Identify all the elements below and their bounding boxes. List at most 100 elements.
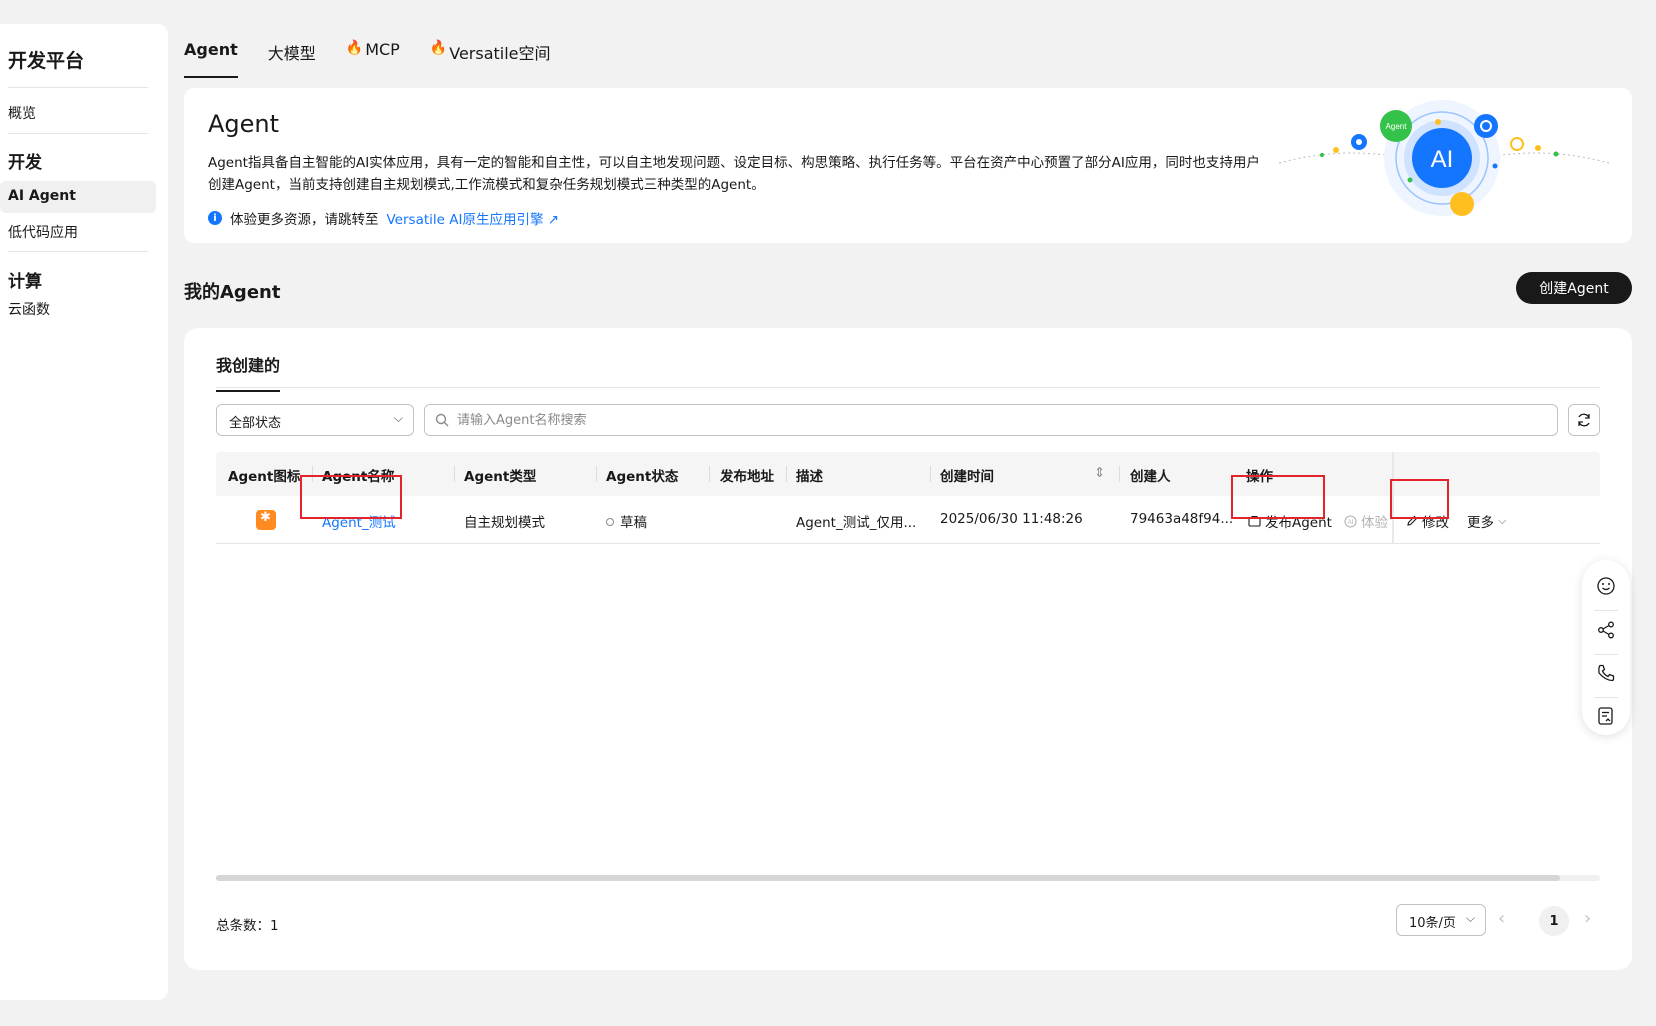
search-input[interactable] bbox=[457, 412, 1457, 428]
chevron-down-icon: ⌵ bbox=[393, 411, 403, 425]
sidebar-section-compute: 计算 bbox=[8, 272, 42, 292]
col-description: 描述 bbox=[796, 469, 823, 485]
phone-icon bbox=[1598, 664, 1615, 682]
sort-icon[interactable]: ⇕ bbox=[1094, 465, 1105, 481]
column-separator bbox=[786, 466, 787, 482]
chevron-down-icon: ⌵ bbox=[1498, 514, 1507, 527]
sidebar-title: 开发平台 bbox=[8, 50, 85, 72]
scrollbar-thumb[interactable] bbox=[216, 875, 1560, 881]
contact-phone-button[interactable] bbox=[1594, 661, 1618, 685]
column-separator bbox=[454, 466, 455, 482]
refresh-button[interactable] bbox=[1568, 404, 1600, 436]
column-separator bbox=[596, 466, 597, 482]
info-text: 体验更多资源，请跳转至 bbox=[230, 212, 379, 228]
divider bbox=[8, 133, 148, 134]
link-label: Versatile AI原生应用引擎 bbox=[386, 212, 544, 228]
col-creator: 创建人 bbox=[1130, 469, 1171, 485]
agent-type: 自主规划模式 bbox=[464, 515, 545, 531]
page-size-value: 10条/页 bbox=[1409, 916, 1456, 931]
tab-agent[interactable]: Agent bbox=[184, 40, 238, 78]
status-select-value: 全部状态 bbox=[229, 416, 282, 431]
top-tabs: Agent 大模型 🔥 MCP 🔥 Versatile空间 bbox=[184, 40, 551, 78]
sidebar-item-functions[interactable]: 云函数 bbox=[8, 299, 50, 319]
chevron-down-icon: ⌵ bbox=[1465, 911, 1475, 925]
agent-description: Agent_测试_仅用... bbox=[796, 515, 917, 531]
tab-label: MCP bbox=[365, 40, 400, 59]
divider bbox=[1594, 654, 1618, 655]
try-label: 体验 bbox=[1361, 515, 1388, 531]
sidebar-item-label: AI Agent bbox=[8, 188, 76, 204]
col-agent-type: Agent类型 bbox=[464, 469, 537, 485]
notes-icon bbox=[1598, 707, 1613, 725]
divider bbox=[8, 87, 148, 88]
tab-label: Versatile空间 bbox=[449, 44, 551, 63]
status-label: 草稿 bbox=[620, 515, 647, 531]
external-link-icon: ↗ bbox=[547, 212, 560, 228]
floating-toolbar bbox=[1582, 560, 1630, 735]
status-dot-icon bbox=[606, 518, 614, 526]
status-select[interactable]: 全部状态 ⌵ bbox=[216, 404, 414, 436]
tab-label: Agent bbox=[184, 40, 238, 59]
refresh-icon bbox=[1578, 413, 1590, 427]
sidebar-item-overview[interactable]: 概览 bbox=[8, 103, 36, 123]
more-label: 更多 bbox=[1467, 515, 1494, 531]
total-count: 总条数：1 bbox=[216, 918, 279, 934]
tab-my-created[interactable]: 我创建的 bbox=[216, 352, 281, 392]
col-created-time: 创建时间 bbox=[940, 469, 994, 485]
col-agent-icon: Agent图标 bbox=[228, 469, 301, 485]
next-page-icon[interactable]: › bbox=[1584, 908, 1591, 929]
sidebar-item-lowcode[interactable]: 低代码应用 bbox=[8, 222, 78, 242]
tab-mcp[interactable]: 🔥 MCP bbox=[346, 40, 400, 78]
feedback-smile-button[interactable] bbox=[1594, 574, 1618, 598]
divider bbox=[1594, 697, 1618, 698]
highlight-box-name bbox=[300, 475, 402, 519]
share-icon bbox=[1598, 621, 1614, 639]
try-agent-button[interactable]: AI 体验 bbox=[1344, 511, 1388, 531]
page-size-select[interactable]: 10条/页 ⌵ bbox=[1396, 904, 1486, 936]
create-agent-button[interactable]: 创建Agent bbox=[1516, 272, 1632, 304]
agent-status: 草稿 bbox=[606, 511, 647, 531]
tab-llm[interactable]: 大模型 bbox=[268, 40, 316, 78]
ai-try-icon: AI bbox=[1344, 514, 1357, 528]
illu-ai-text: AI bbox=[1431, 146, 1454, 173]
search-box[interactable] bbox=[424, 404, 1558, 436]
column-separator bbox=[930, 466, 931, 482]
versatile-link[interactable]: Versatile AI原生应用引擎 ↗ bbox=[387, 208, 560, 228]
sidebar: 开发平台 概览 开发 AI Agent 低代码应用 计算 云函数 bbox=[0, 24, 168, 1000]
col-agent-status: Agent状态 bbox=[606, 469, 679, 485]
sidebar-item-ai-agent[interactable]: AI Agent bbox=[0, 181, 156, 213]
creator: 79463a48f94... bbox=[1130, 511, 1234, 527]
divider bbox=[8, 251, 148, 252]
intro-banner: Agent Agent指具备自主智能的AI实体应用，具有一定的智能和自主性，可以… bbox=[184, 88, 1632, 243]
agent-avatar-icon bbox=[256, 510, 276, 530]
sidebar-section-dev: 开发 bbox=[8, 153, 42, 173]
ai-illustration: AI Agent bbox=[1278, 100, 1610, 216]
svg-text:AI: AI bbox=[1348, 520, 1354, 526]
fire-icon: 🔥 bbox=[345, 40, 364, 56]
banner-description: Agent指具备自主智能的AI实体应用，具有一定的智能和自主性，可以自主地发现问… bbox=[208, 155, 1260, 193]
notes-button[interactable] bbox=[1594, 704, 1618, 728]
agent-list-card: 我创建的 全部状态 ⌵ Agent图标 Agent名称 Agent类型 Agen… bbox=[184, 328, 1632, 970]
prev-page-icon[interactable]: ‹ bbox=[1498, 908, 1505, 929]
tab-label: 大模型 bbox=[267, 44, 316, 63]
col-publish-address: 发布地址 bbox=[720, 469, 774, 485]
horizontal-scrollbar[interactable] bbox=[216, 875, 1600, 881]
highlight-box-edit bbox=[1390, 479, 1449, 519]
divider bbox=[1594, 610, 1618, 611]
illu-agent-text: Agent bbox=[1386, 122, 1408, 131]
banner-title: Agent bbox=[208, 110, 280, 138]
my-agent-title: 我的Agent bbox=[184, 282, 281, 303]
created-time: 2025/06/30 11:48:26 bbox=[940, 511, 1083, 527]
fire-icon: 🔥 bbox=[429, 40, 448, 56]
search-icon bbox=[435, 413, 449, 427]
highlight-box-publish bbox=[1231, 475, 1325, 519]
banner-info: i 体验更多资源，请跳转至 Versatile AI原生应用引擎 ↗ bbox=[208, 208, 559, 228]
divider bbox=[216, 387, 1600, 388]
tab-versatile[interactable]: 🔥 Versatile空间 bbox=[430, 40, 551, 78]
page-number-current[interactable]: 1 bbox=[1539, 906, 1569, 936]
column-separator bbox=[1119, 466, 1120, 482]
share-button[interactable] bbox=[1594, 618, 1618, 642]
column-separator bbox=[709, 466, 710, 482]
more-actions-button[interactable]: 更多 ⌵ bbox=[1467, 511, 1506, 531]
info-icon: i bbox=[208, 211, 222, 225]
